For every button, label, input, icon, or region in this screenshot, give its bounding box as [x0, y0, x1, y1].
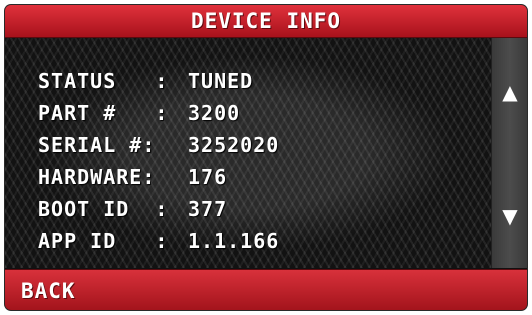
info-row-app-id: APP ID : 1.1.166 [38, 225, 279, 257]
device-screen: DEVICE INFO STATUS : TUNED PART # : 3200… [5, 5, 527, 310]
footer-bar: BACK [5, 269, 527, 310]
info-row-boot-id: BOOT ID : 377 [38, 193, 279, 225]
info-label: BOOT ID : [38, 197, 169, 221]
info-label: SERIAL #: [38, 133, 156, 157]
info-label: PART # : [38, 101, 169, 125]
info-row-hardware: HARDWARE: 176 [38, 161, 279, 193]
scrollbar[interactable]: ▲ ▼ [491, 38, 527, 268]
chevron-up-icon: ▲ [502, 80, 518, 104]
chevron-down-icon: ▼ [502, 204, 518, 228]
info-value: 3252020 [188, 133, 280, 157]
info-value: TUNED [188, 69, 254, 93]
info-label: STATUS : [38, 69, 169, 93]
info-label: HARDWARE: [38, 165, 156, 189]
info-row-status: STATUS : TUNED [38, 65, 279, 97]
page-title: DEVICE INFO [190, 9, 342, 33]
scroll-up-button[interactable]: ▲ [492, 72, 527, 112]
back-button[interactable]: BACK [5, 270, 125, 310]
info-row-part: PART # : 3200 [38, 97, 279, 129]
info-row-serial: SERIAL #: 3252020 [38, 129, 279, 161]
info-value: 3200 [188, 101, 241, 125]
info-panel: STATUS : TUNED PART # : 3200 SERIAL #: 3… [5, 38, 491, 268]
info-label: APP ID : [38, 229, 169, 253]
info-value: 176 [188, 165, 228, 189]
info-value: 1.1.166 [188, 229, 280, 253]
info-value: 377 [188, 197, 228, 221]
scroll-down-button[interactable]: ▼ [492, 196, 527, 236]
title-bar: DEVICE INFO [5, 5, 527, 38]
info-list: STATUS : TUNED PART # : 3200 SERIAL #: 3… [38, 65, 279, 257]
